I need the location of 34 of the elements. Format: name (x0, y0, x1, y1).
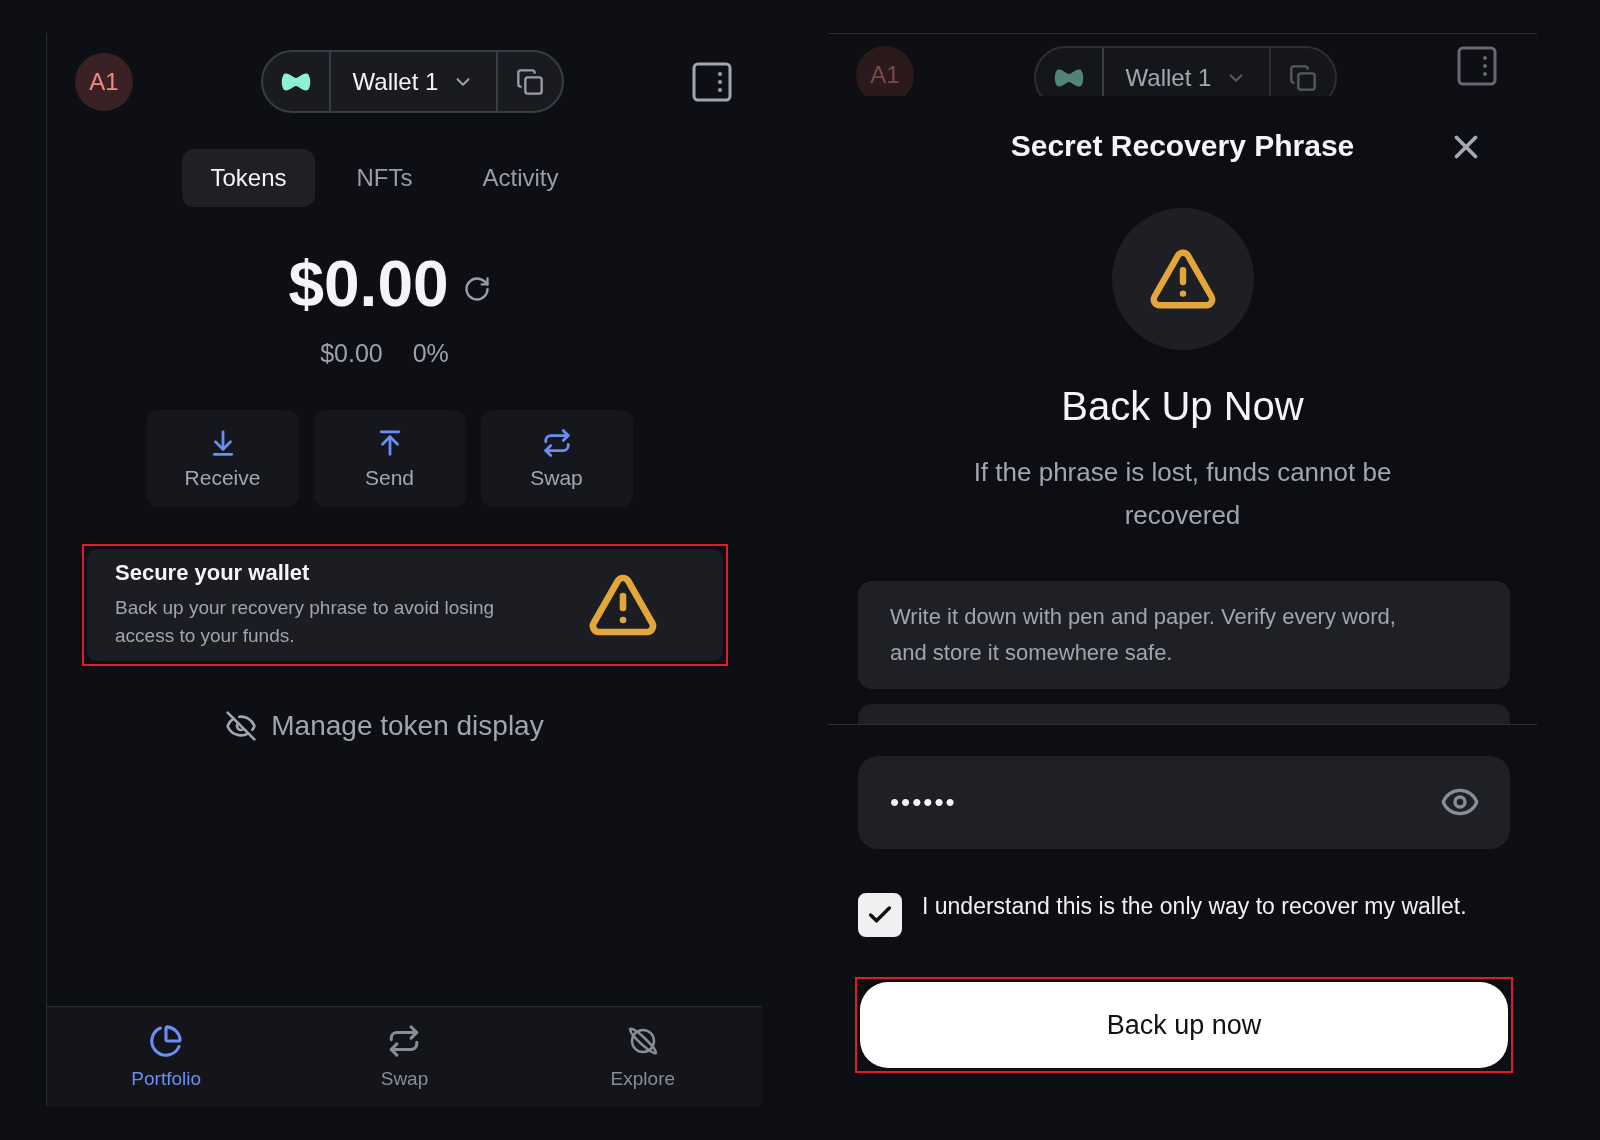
tab[interactable]: Tokens (182, 149, 315, 207)
pie-chart-icon (149, 1023, 184, 1058)
balance-amount: $0.00 (288, 247, 449, 321)
password-field[interactable]: •••••• (858, 756, 1510, 849)
nav-item[interactable]: Portfolio (47, 1007, 286, 1106)
sheet-title: Secret Recovery Phrase (1010, 129, 1355, 163)
copy-icon (1289, 63, 1318, 92)
checkbox[interactable] (858, 893, 902, 937)
back-up-button[interactable]: Back up now (860, 982, 1508, 1068)
copy-icon (516, 67, 545, 96)
swap-arrows-icon (541, 427, 572, 458)
action-button[interactable]: Send (313, 410, 466, 507)
backup-card[interactable]: Secure your wallet Back up your recovery phrase to avoid losing access to your funds. (87, 549, 723, 661)
side-panel-icon[interactable] (692, 61, 732, 102)
card-text: Back up your recovery phrase to avoid losing access to your funds. (115, 596, 496, 648)
subtitle: If the phrase is lost, funds cannot be recovered (972, 456, 1393, 532)
manage-token-link[interactable]: Manage token display (225, 710, 584, 742)
wallet-selector[interactable]: Wallet 1 (330, 52, 499, 111)
heading: Back Up Now (1060, 384, 1305, 429)
account-avatar[interactable]: A1 (75, 52, 133, 111)
nav-item[interactable]: Swap (285, 1007, 524, 1106)
checkbox-label: I understand this is the only way to recover my wallet. (922, 892, 1468, 921)
refresh-icon[interactable] (462, 275, 491, 303)
card-title: Secure your wallet (115, 560, 311, 586)
side-panel-icon[interactable] (1457, 46, 1497, 86)
change-amount: $0.00 (320, 339, 383, 368)
nav-item[interactable]: Explore (523, 1007, 762, 1106)
eye-off-icon (225, 710, 258, 742)
change-percent: 0% (412, 339, 449, 368)
action-button[interactable]: Swap (480, 410, 633, 507)
tab[interactable]: Activity (454, 149, 587, 207)
tip-card: Write it down with pen and paper. Verify every word, and store it somewhere safe. (858, 581, 1510, 689)
action-button[interactable]: Receive (146, 410, 299, 507)
tab[interactable]: NFTs (328, 149, 441, 207)
